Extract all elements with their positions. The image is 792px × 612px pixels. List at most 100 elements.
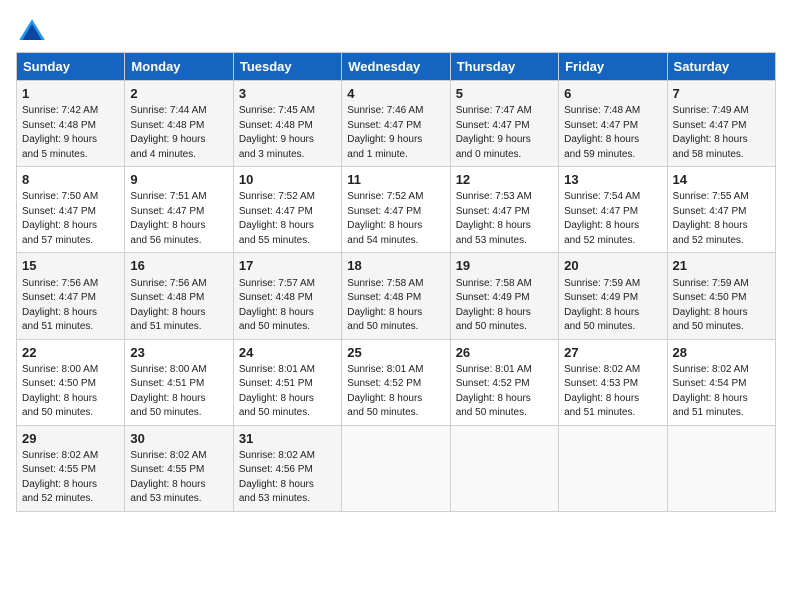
day-number: 4 <box>347 85 444 103</box>
week-row-5: 29 Sunrise: 8:02 AMSunset: 4:55 PMDayligh… <box>17 425 776 511</box>
day-number: 18 <box>347 257 444 275</box>
cell-content: Sunrise: 7:59 AMSunset: 4:49 PMDaylight:… <box>564 277 661 335</box>
calendar-cell: 21Sunrise: 7:59 AMSunset: 4:50 PMDayligh… <box>667 253 775 339</box>
cell-content: Sunrise: 8:02 AMSunset: 4:55 PMDaylight:… <box>130 449 227 507</box>
day-number: 23 <box>130 344 227 362</box>
calendar-cell: 29Sunrise: 8:02 AMSunset: 4:55 PMDayligh… <box>17 425 125 511</box>
calendar-cell: 26Sunrise: 8:01 AMSunset: 4:52 PMDayligh… <box>450 339 558 425</box>
day-number: 3 <box>239 85 336 103</box>
day-number: 5 <box>456 85 553 103</box>
calendar-cell: 22Sunrise: 8:00 AMSunset: 4:50 PMDayligh… <box>17 339 125 425</box>
cell-content: Sunrise: 7:53 AMSunset: 4:47 PMDaylight:… <box>456 190 553 248</box>
day-number: 11 <box>347 171 444 189</box>
calendar-cell: 16 Sunrise: 7:56 AMSunset: 4:48 PMDayligh… <box>125 253 233 339</box>
cell-content: Sunrise: 7:49 AMSunset: 4:47 PMDaylight:… <box>673 104 770 162</box>
day-number: 20 <box>564 257 661 275</box>
calendar-cell: 19 Sunrise: 7:58 AMSunset: 4:49 PMDayligh… <box>450 253 558 339</box>
cell-content: Sunrise: 7:56 AMSunset: 4:48 PMDaylight:… <box>130 277 227 335</box>
calendar-cell: 1Sunrise: 7:42 AMSunset: 4:48 PMDaylight… <box>17 81 125 167</box>
day-number: 7 <box>673 85 770 103</box>
calendar-cell: 18 Sunrise: 7:58 AMSunset: 4:48 PMDayligh… <box>342 253 450 339</box>
cell-content: Sunrise: 7:42 AMSunset: 4:48 PMDaylight:… <box>22 104 119 162</box>
cell-content: Sunrise: 8:00 AMSunset: 4:50 PMDaylight:… <box>22 363 119 421</box>
cell-content: Sunrise: 7:47 AMSunset: 4:47 PMDaylight:… <box>456 104 553 162</box>
cell-content: Sunrise: 8:01 AMSunset: 4:51 PMDaylight:… <box>239 363 336 421</box>
page-container: SundayMondayTuesdayWednesdayThursdayFrid… <box>0 0 792 522</box>
cell-content: Sunrise: 8:02 AMSunset: 4:56 PMDaylight:… <box>239 449 336 507</box>
calendar-cell: 20 Sunrise: 7:59 AMSunset: 4:49 PMDayligh… <box>559 253 667 339</box>
week-row-1: 1Sunrise: 7:42 AMSunset: 4:48 PMDaylight… <box>17 81 776 167</box>
cell-content: Sunrise: 7:58 AMSunset: 4:48 PMDaylight:… <box>347 277 444 335</box>
column-header-saturday: Saturday <box>667 53 775 81</box>
calendar-table: SundayMondayTuesdayWednesdayThursdayFrid… <box>16 52 776 512</box>
calendar-cell: 2Sunrise: 7:44 AMSunset: 4:48 PMDaylight… <box>125 81 233 167</box>
day-number: 1 <box>22 85 119 103</box>
day-number: 29 <box>22 430 119 448</box>
cell-content: Sunrise: 7:50 AMSunset: 4:47 PMDaylight:… <box>22 190 119 248</box>
column-header-monday: Monday <box>125 53 233 81</box>
calendar-cell: 23Sunrise: 8:00 AMSunset: 4:51 PMDayligh… <box>125 339 233 425</box>
day-number: 13 <box>564 171 661 189</box>
cell-content: Sunrise: 7:56 AMSunset: 4:47 PMDaylight:… <box>22 277 119 335</box>
cell-content: Sunrise: 7:45 AMSunset: 4:48 PMDaylight:… <box>239 104 336 162</box>
column-header-wednesday: Wednesday <box>342 53 450 81</box>
day-number: 2 <box>130 85 227 103</box>
column-header-friday: Friday <box>559 53 667 81</box>
calendar-cell: 5Sunrise: 7:47 AMSunset: 4:47 PMDaylight… <box>450 81 558 167</box>
calendar-cell: 4Sunrise: 7:46 AMSunset: 4:47 PMDaylight… <box>342 81 450 167</box>
cell-content: Sunrise: 7:48 AMSunset: 4:47 PMDaylight:… <box>564 104 661 162</box>
column-header-thursday: Thursday <box>450 53 558 81</box>
calendar-cell: 9Sunrise: 7:51 AMSunset: 4:47 PMDaylight… <box>125 167 233 253</box>
cell-content: Sunrise: 7:54 AMSunset: 4:47 PMDaylight:… <box>564 190 661 248</box>
calendar-cell: 24Sunrise: 8:01 AMSunset: 4:51 PMDayligh… <box>233 339 341 425</box>
day-number: 12 <box>456 171 553 189</box>
calendar-cell: 31Sunrise: 8:02 AMSunset: 4:56 PMDayligh… <box>233 425 341 511</box>
calendar-cell: 14Sunrise: 7:55 AMSunset: 4:47 PMDayligh… <box>667 167 775 253</box>
day-number: 31 <box>239 430 336 448</box>
calendar-cell: 6Sunrise: 7:48 AMSunset: 4:47 PMDaylight… <box>559 81 667 167</box>
cell-content: Sunrise: 7:44 AMSunset: 4:48 PMDaylight:… <box>130 104 227 162</box>
week-row-4: 22Sunrise: 8:00 AMSunset: 4:50 PMDayligh… <box>17 339 776 425</box>
day-number: 25 <box>347 344 444 362</box>
cell-content: Sunrise: 7:58 AMSunset: 4:49 PMDaylight:… <box>456 277 553 335</box>
day-number: 10 <box>239 171 336 189</box>
calendar-cell <box>667 425 775 511</box>
calendar-cell: 27Sunrise: 8:02 AMSunset: 4:53 PMDayligh… <box>559 339 667 425</box>
calendar-cell <box>342 425 450 511</box>
calendar-cell: 30Sunrise: 8:02 AMSunset: 4:55 PMDayligh… <box>125 425 233 511</box>
cell-content: Sunrise: 8:01 AMSunset: 4:52 PMDaylight:… <box>347 363 444 421</box>
cell-content: Sunrise: 7:46 AMSunset: 4:47 PMDaylight:… <box>347 104 444 162</box>
calendar-cell: 25Sunrise: 8:01 AMSunset: 4:52 PMDayligh… <box>342 339 450 425</box>
calendar-cell: 12Sunrise: 7:53 AMSunset: 4:47 PMDayligh… <box>450 167 558 253</box>
day-number: 19 <box>456 257 553 275</box>
calendar-cell <box>559 425 667 511</box>
calendar-cell: 13Sunrise: 7:54 AMSunset: 4:47 PMDayligh… <box>559 167 667 253</box>
cell-content: Sunrise: 7:57 AMSunset: 4:48 PMDaylight:… <box>239 277 336 335</box>
column-header-sunday: Sunday <box>17 53 125 81</box>
day-number: 21 <box>673 257 770 275</box>
day-number: 9 <box>130 171 227 189</box>
calendar-cell: 3Sunrise: 7:45 AMSunset: 4:48 PMDaylight… <box>233 81 341 167</box>
day-number: 16 <box>130 257 227 275</box>
week-row-2: 8Sunrise: 7:50 AMSunset: 4:47 PMDaylight… <box>17 167 776 253</box>
week-row-3: 15 Sunrise: 7:56 AMSunset: 4:47 PMDayligh… <box>17 253 776 339</box>
cell-content: Sunrise: 8:02 AMSunset: 4:54 PMDaylight:… <box>673 363 770 421</box>
day-number: 17 <box>239 257 336 275</box>
calendar-cell: 28Sunrise: 8:02 AMSunset: 4:54 PMDayligh… <box>667 339 775 425</box>
day-number: 28 <box>673 344 770 362</box>
calendar-cell: 7Sunrise: 7:49 AMSunset: 4:47 PMDaylight… <box>667 81 775 167</box>
cell-content: Sunrise: 7:52 AMSunset: 4:47 PMDaylight:… <box>239 190 336 248</box>
day-number: 26 <box>456 344 553 362</box>
cell-content: Sunrise: 7:55 AMSunset: 4:47 PMDaylight:… <box>673 190 770 248</box>
cell-content: Sunrise: 8:00 AMSunset: 4:51 PMDaylight:… <box>130 363 227 421</box>
cell-content: Sunrise: 8:02 AMSunset: 4:53 PMDaylight:… <box>564 363 661 421</box>
day-number: 8 <box>22 171 119 189</box>
day-number: 6 <box>564 85 661 103</box>
calendar-cell: 15 Sunrise: 7:56 AMSunset: 4:47 PMDayligh… <box>17 253 125 339</box>
cell-content: Sunrise: 7:51 AMSunset: 4:47 PMDaylight:… <box>130 190 227 248</box>
day-number: 14 <box>673 171 770 189</box>
calendar-cell: 10Sunrise: 7:52 AMSunset: 4:47 PMDayligh… <box>233 167 341 253</box>
day-number: 22 <box>22 344 119 362</box>
day-number: 27 <box>564 344 661 362</box>
day-number: 15 <box>22 257 119 275</box>
